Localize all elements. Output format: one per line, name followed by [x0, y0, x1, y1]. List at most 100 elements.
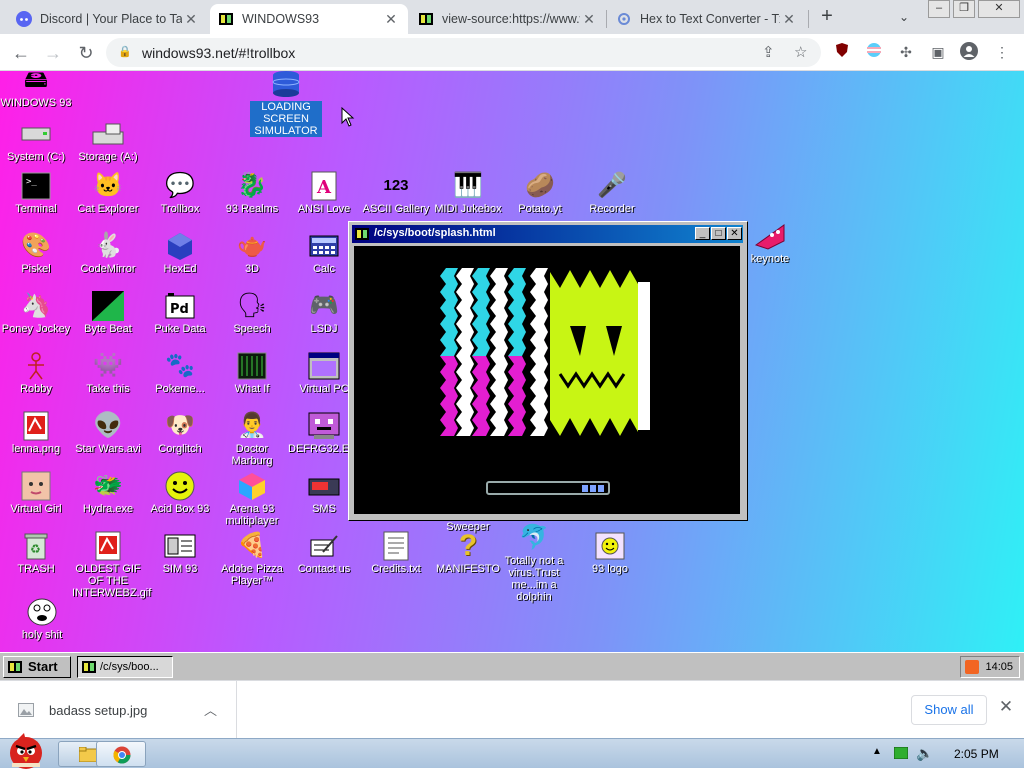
smiley-frame-icon [593, 531, 627, 561]
desktop-icon-oldest-gif[interactable]: OLDEST GIF OF THE INTERWEBZ.gif [72, 531, 151, 599]
desktop-icon-ansi-love[interactable]: A ANSI Love [288, 171, 360, 215]
close-download-shelf-icon[interactable]: ✕ [996, 697, 1016, 721]
desktop-icon-puke-data[interactable]: Pd Puke Data [144, 291, 216, 335]
tab-close-icon[interactable]: ✕ [580, 11, 598, 28]
dragon-icon: 🐉 [237, 172, 267, 199]
desktop-icon-arena-93[interactable]: Arena 93 multiplayer [216, 471, 288, 527]
side-panel-icon[interactable]: ▣ [928, 42, 948, 62]
window-minimize-button[interactable]: – [928, 0, 950, 18]
windows93-clock: 14:05 [985, 661, 1013, 673]
window-close-button[interactable]: ✕ [727, 227, 742, 240]
chat-bubble-icon: 💬 [165, 172, 195, 199]
desktop-icon-credits[interactable]: Credits.txt [360, 531, 432, 575]
extensions-puzzle-icon[interactable]: ✣ [896, 42, 916, 62]
browser-menu-icon[interactable]: ⋮ [992, 42, 1012, 62]
desktop-icon-holy-shit[interactable]: holy shit [6, 597, 78, 641]
tab-view-source[interactable]: view-source:https://www.windows93.net ✕ [410, 4, 606, 34]
reload-icon[interactable]: ↻ [73, 40, 99, 66]
rss-icon[interactable] [965, 660, 979, 674]
desktop-icon-ascii-gallery[interactable]: 123 ASCII Gallery [360, 171, 432, 215]
window-maximize-button[interactable]: □ [711, 227, 726, 240]
desktop-icon-take-this[interactable]: 👾 Take this [72, 351, 144, 395]
image-file-icon [19, 411, 53, 441]
icon-label: 93 Realms [225, 203, 279, 215]
window-minimize-button[interactable]: _ [695, 227, 710, 240]
tab-search-chevron-icon[interactable]: ⌄ [892, 6, 916, 28]
desktop-icon-corglitch[interactable]: 🐶 Corglitch [144, 411, 216, 455]
tab-close-icon[interactable]: ✕ [780, 11, 798, 28]
back-arrow-icon[interactable]: ← [8, 40, 34, 66]
desktop-icon-what-if[interactable]: What If [216, 351, 288, 395]
database-icon [269, 71, 303, 99]
desktop-icon-hydra-exe[interactable]: 🐲 Hydra.exe [72, 471, 144, 515]
window-restore-button[interactable]: ❐ [953, 0, 975, 18]
window-close-button[interactable]: ✕ [978, 0, 1020, 18]
desktop-icon-loading-screen-simulator[interactable]: LOADING SCREEN SIMULATOR [250, 71, 322, 139]
chrome-taskbar-button[interactable] [96, 741, 146, 767]
potato-icon: 🥔 [525, 172, 555, 199]
tab-discord[interactable]: Discord | Your Place to Talk ✕ [8, 4, 208, 34]
desktop-icon-storage-a[interactable]: Storage (A:) [72, 119, 144, 163]
desktop-icon-recorder[interactable]: 🎤 Recorder [576, 171, 648, 215]
desktop-icon-trollbox[interactable]: 💬 Trollbox [144, 171, 216, 215]
desktop-icon-lenna-png[interactable]: lenna.png [0, 411, 72, 455]
desktop-icon-piskel[interactable]: 🎨 Piskel [0, 231, 72, 275]
desktop-icon-byte-beat[interactable]: Byte Beat [72, 291, 144, 335]
dolphin-icon: 🐬 [519, 524, 549, 551]
forward-arrow-icon[interactable]: → [40, 40, 66, 66]
splash-window[interactable]: /c/sys/boot/splash.html _ □ ✕ [348, 221, 748, 521]
icon-label: Virtual Girl [10, 503, 62, 515]
desktop-icon-contact-us[interactable]: Contact us [288, 531, 360, 575]
tab-hex-converter[interactable]: Hex to Text Converter - Txt ✕ [608, 4, 806, 34]
share-icon[interactable]: ⇪ [762, 43, 775, 61]
green-wave-icon [91, 291, 125, 321]
desktop-icon-cat-explorer[interactable]: 🐱 Cat Explorer [72, 171, 144, 215]
desktop-icon-robby[interactable]: Robby [0, 351, 72, 395]
flag-extension-icon[interactable] [864, 42, 884, 62]
desktop-icon-trash[interactable]: ♻ TRASH [0, 531, 72, 575]
desktop-icon-virtual-girl[interactable]: Virtual Girl [0, 471, 72, 515]
tab-close-icon[interactable]: ✕ [382, 11, 400, 28]
network-icon[interactable] [894, 747, 908, 759]
show-hidden-icons-chevron-icon[interactable]: ▲ [872, 746, 882, 757]
icon-label: Acid Box 93 [150, 503, 210, 515]
desktop-icon-pokemon[interactable]: 🐾 Pokeme... [144, 351, 216, 395]
desktop-icon-terminal[interactable]: >_ Terminal [0, 171, 72, 215]
desktop-icon-93-logo[interactable]: 93 logo [574, 531, 646, 575]
desktop-icon-codemirror[interactable]: 🐇 CodeMirror [72, 231, 144, 275]
desktop-icon-adobe-pizza[interactable]: 🍕 Adobe Pizza Player™ [216, 531, 288, 587]
desktop-icon-3d[interactable]: 🫖 3D [216, 231, 288, 275]
angry-bird-start-icon[interactable] [4, 731, 48, 769]
desktop-icon-acid-box-93[interactable]: Acid Box 93 [144, 471, 216, 515]
volume-icon[interactable]: 🔈 [916, 745, 933, 762]
windows7-clock[interactable]: 2:05 PM [954, 747, 999, 761]
profile-avatar-icon[interactable] [959, 42, 979, 62]
bookmark-star-icon[interactable]: ☆ [794, 43, 807, 61]
desktop-icon-speech[interactable]: 🗣 Speech [216, 291, 288, 335]
desktop-icon-dolphin[interactable]: 🐬 Totally not a virus.Trust me...im a do… [498, 523, 570, 603]
desktop-icon-manifesto[interactable]: ? MANIFESTO [432, 531, 504, 576]
desktop-icon-hexed[interactable]: HexEd [144, 231, 216, 275]
desktop-icon-doctor-marburg[interactable]: 👨‍⚕ Doctor Marburg [216, 411, 288, 467]
window-title-bar[interactable]: /c/sys/boot/splash.html _ □ ✕ [352, 225, 743, 243]
ublock-extension-icon[interactable] [832, 42, 852, 62]
download-chevron-up-icon[interactable]: ︿ [204, 700, 217, 719]
show-all-downloads-button[interactable]: Show all [911, 695, 987, 725]
start-button[interactable]: Start [3, 656, 71, 678]
tab-close-icon[interactable]: ✕ [182, 11, 200, 28]
tab-windows93[interactable]: WINDOWS93 ✕ [210, 4, 408, 34]
url-text[interactable]: windows93.net/#!trollbox [142, 45, 295, 61]
desktop-icon-midi-jukebox[interactable]: 🎹 MIDI Jukebox [432, 171, 504, 215]
address-bar[interactable]: 🔒 windows93.net/#!trollbox ⇪ ☆ [106, 38, 821, 67]
desktop-icon-sim-93[interactable]: SIM 93 [144, 531, 216, 575]
taskbar-item-splash[interactable]: /c/sys/boo... [77, 656, 173, 678]
desktop-icon-poney-jockey[interactable]: 🦄 Poney Jockey [0, 291, 72, 335]
new-tab-button[interactable]: + [814, 4, 840, 30]
download-item[interactable]: badass setup.jpg ︿ [0, 681, 237, 738]
desktop-icon-star-wars-avi[interactable]: 👽 Star Wars.avi [72, 411, 144, 455]
icon-label: Adobe Pizza Player™ [221, 563, 283, 587]
desktop-icon-system-c[interactable]: System (C:) [0, 119, 72, 163]
desktop-icon-windows93[interactable]: 🖴 WINDOWS 93 [0, 71, 72, 109]
desktop-icon-potato-yt[interactable]: 🥔 Potato.yt [504, 171, 576, 215]
desktop-icon-93-realms[interactable]: 🐉 93 Realms [216, 171, 288, 215]
